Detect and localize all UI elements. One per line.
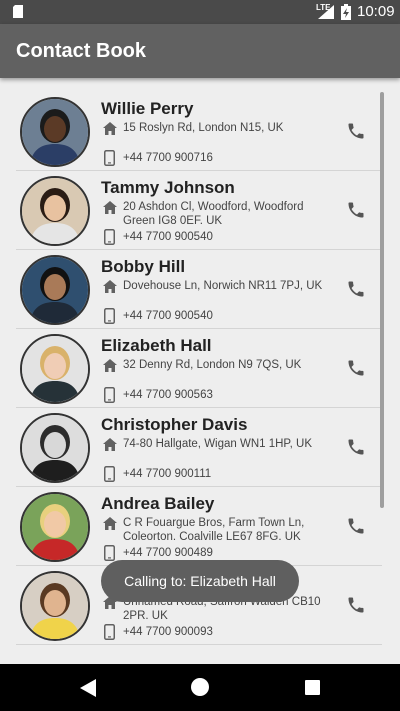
contact-phone: +44 7700 900540 [123,310,213,322]
home-icon [103,201,117,214]
call-icon[interactable] [346,595,366,615]
status-bar: LTE 10:09 [0,0,400,24]
contact-phone: +44 7700 900093 [123,626,213,638]
contact-phone: +44 7700 900563 [123,389,213,401]
navigation-bar [0,664,400,711]
recent-apps-button[interactable] [305,680,320,695]
app-bar: Contact Book [0,24,400,78]
battery-icon [341,4,351,20]
contact-name: Bobby Hill [101,257,186,276]
home-icon [103,280,117,293]
contact-address: C R Fouargue Bros, Farm Town Ln, Coleort… [123,517,305,543]
contact-name: Andrea Bailey [101,494,215,513]
avatar [20,176,90,246]
avatar [20,413,90,483]
avatar [20,571,90,641]
contact-name: Willie Perry [101,99,194,118]
avatar [20,334,90,404]
home-icon [103,122,117,135]
contact-address: 74-80 Hallgate, Wigan WN1 1HP, UK [123,438,312,450]
clock: 10:09 [357,3,395,20]
sd-card-icon [13,5,23,18]
call-icon[interactable] [346,200,366,220]
contact-name: Tammy Johnson [101,178,235,197]
contact-phone: +44 7700 900489 [123,547,213,559]
home-icon [103,359,117,372]
contact-row[interactable]: Tammy Johnson 20 Ashdon Cl, Woodford, Woo… [16,170,382,250]
smartphone-icon [104,545,115,561]
signal-icon [318,5,334,19]
call-icon[interactable] [346,358,366,378]
contact-row[interactable]: Bobby Hill Dovehouse Ln, Norwich NR11 7PJ… [16,249,382,329]
scrollbar[interactable] [380,92,384,508]
smartphone-icon [104,229,115,245]
home-icon [103,438,117,451]
smartphone-icon [104,624,115,640]
home-button[interactable] [191,678,209,696]
contact-phone: +44 7700 900540 [123,231,213,243]
contact-address: Dovehouse Ln, Norwich NR11 7PJ, UK [123,280,323,292]
call-icon[interactable] [346,516,366,536]
contact-row[interactable]: Willie Perry 15 Roslyn Rd, London N15, UK… [16,91,382,171]
contact-row[interactable]: Christopher Davis 74-80 Hallgate, Wigan W… [16,407,382,487]
contact-row[interactable]: Elizabeth Hall 32 Denny Rd, London N9 7QS… [16,328,382,408]
contact-name: Elizabeth Hall [101,336,212,355]
avatar [20,255,90,325]
call-icon[interactable] [346,121,366,141]
contact-address: 20 Ashdon Cl, Woodford, Woodford Green I… [123,201,304,227]
contact-address: 15 Roslyn Rd, London N15, UK [123,122,284,134]
page-title: Contact Book [16,40,146,62]
contact-row[interactable]: Andrea Bailey C R Fouargue Bros, Farm Tow… [16,486,382,566]
back-icon[interactable] [80,679,96,697]
call-icon[interactable] [346,279,366,299]
smartphone-icon [104,308,115,324]
home-icon [103,517,117,530]
contact-phone: +44 7700 900111 [123,468,212,480]
avatar [20,97,90,167]
contact-phone: +44 7700 900716 [123,152,213,164]
avatar [20,492,90,562]
contact-name: Christopher Davis [101,415,248,434]
smartphone-icon [104,466,115,482]
toast-message: Calling to: Elizabeth Hall [101,560,299,602]
contact-address: 32 Denny Rd, London N9 7QS, UK [123,359,302,371]
call-icon[interactable] [346,437,366,457]
smartphone-icon [104,150,115,166]
smartphone-icon [104,387,115,403]
